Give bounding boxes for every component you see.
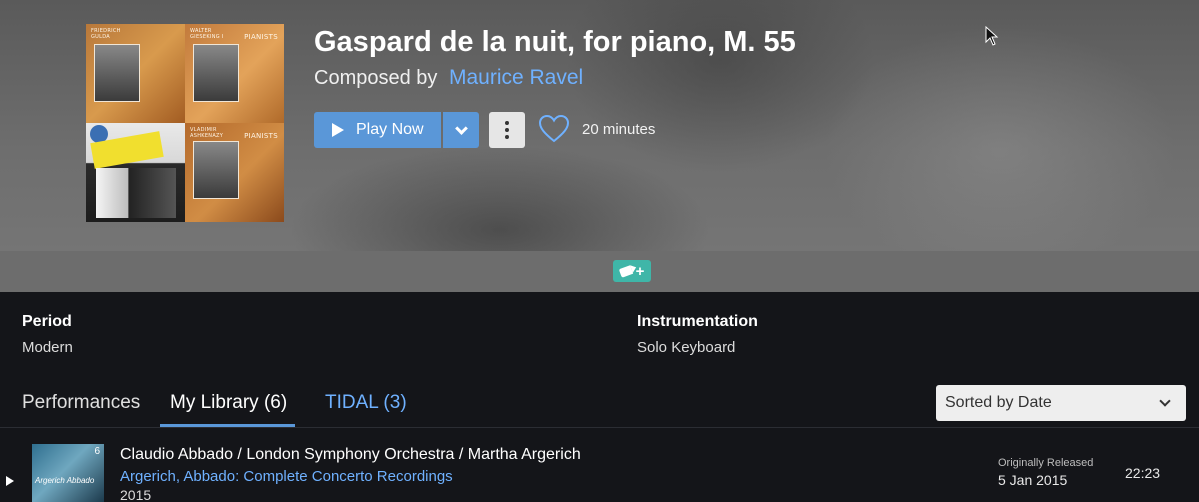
cover-text: FRIEDRICH GULDA (91, 28, 121, 40)
dot (505, 128, 509, 132)
cover-photo (96, 168, 176, 218)
dot (505, 135, 509, 139)
play-icon (332, 123, 344, 137)
cover-photo (94, 44, 140, 102)
cover-series: PIANISTS (244, 33, 278, 41)
heart-icon[interactable] (538, 114, 570, 144)
period-value[interactable]: Modern (22, 339, 73, 356)
instrumentation-label: Instrumentation (637, 313, 758, 330)
tab-my-library[interactable]: My Library (6) (170, 392, 287, 414)
composer-link[interactable]: Maurice Ravel (449, 66, 583, 89)
chevron-down-icon (1159, 395, 1171, 407)
play-now-label: Play Now (356, 121, 424, 138)
composed-by-label: Composed by (314, 67, 438, 89)
add-tag-button[interactable]: + (613, 260, 651, 282)
sort-select[interactable]: Sorted by Date (936, 385, 1186, 421)
album-count-badge: 6 (94, 446, 100, 457)
work-duration: 20 minutes (582, 121, 656, 138)
period-label: Period (22, 313, 72, 330)
cover-text: VLADIMIR ASHKENAZY (190, 127, 224, 139)
page-title: Gaspard de la nuit, for piano, M. 55 (314, 26, 796, 58)
cover-series: PIANISTS (244, 132, 278, 140)
tag-icon (618, 264, 633, 278)
album-art-mosaic[interactable]: FRIEDRICH GULDA WALTER GIESEKING I PIANI… (86, 24, 284, 222)
performance-album-link[interactable]: Argerich, Abbado: Complete Concerto Reco… (120, 468, 453, 485)
sort-selected-value: Sorted by Date (945, 394, 1052, 411)
row-album-art[interactable]: 6 Argerich Abbado (32, 444, 104, 502)
tab-tidal[interactable]: TIDAL (3) (325, 392, 407, 414)
album-cover-ashkenazy: VLADIMIR ASHKENAZY PIANISTS (185, 123, 284, 222)
play-now-button[interactable]: Play Now (314, 112, 441, 148)
dot (505, 121, 509, 125)
album-cover-dg (86, 123, 185, 222)
originally-released-date: 5 Jan 2015 (998, 472, 1068, 488)
performance-performers[interactable]: Claudio Abbado / London Symphony Orchest… (120, 446, 581, 464)
mouse-cursor-icon (985, 26, 999, 46)
cover-photo (193, 44, 239, 102)
originally-released-label: Originally Released (998, 457, 1094, 469)
play-options-dropdown-button[interactable] (443, 112, 479, 148)
row-play-icon[interactable] (6, 476, 14, 486)
album-art-text: Argerich Abbado (35, 476, 95, 485)
cover-photo (193, 141, 239, 199)
chevron-down-icon (454, 121, 468, 135)
divider (0, 427, 1199, 428)
performance-duration: 22:23 (1125, 465, 1161, 481)
album-cover-gulda: FRIEDRICH GULDA (86, 24, 185, 123)
tag-bar (0, 251, 1199, 292)
more-options-button[interactable] (489, 112, 525, 148)
performance-year: 2015 (120, 487, 152, 502)
cover-text: WALTER GIESEKING I (190, 28, 224, 40)
instrumentation-value[interactable]: Solo Keyboard (637, 339, 735, 356)
album-cover-gieseking: WALTER GIESEKING I PIANISTS (185, 24, 284, 123)
composed-by: Composed by Maurice Ravel (314, 66, 583, 90)
tab-performances[interactable]: Performances (22, 392, 140, 414)
